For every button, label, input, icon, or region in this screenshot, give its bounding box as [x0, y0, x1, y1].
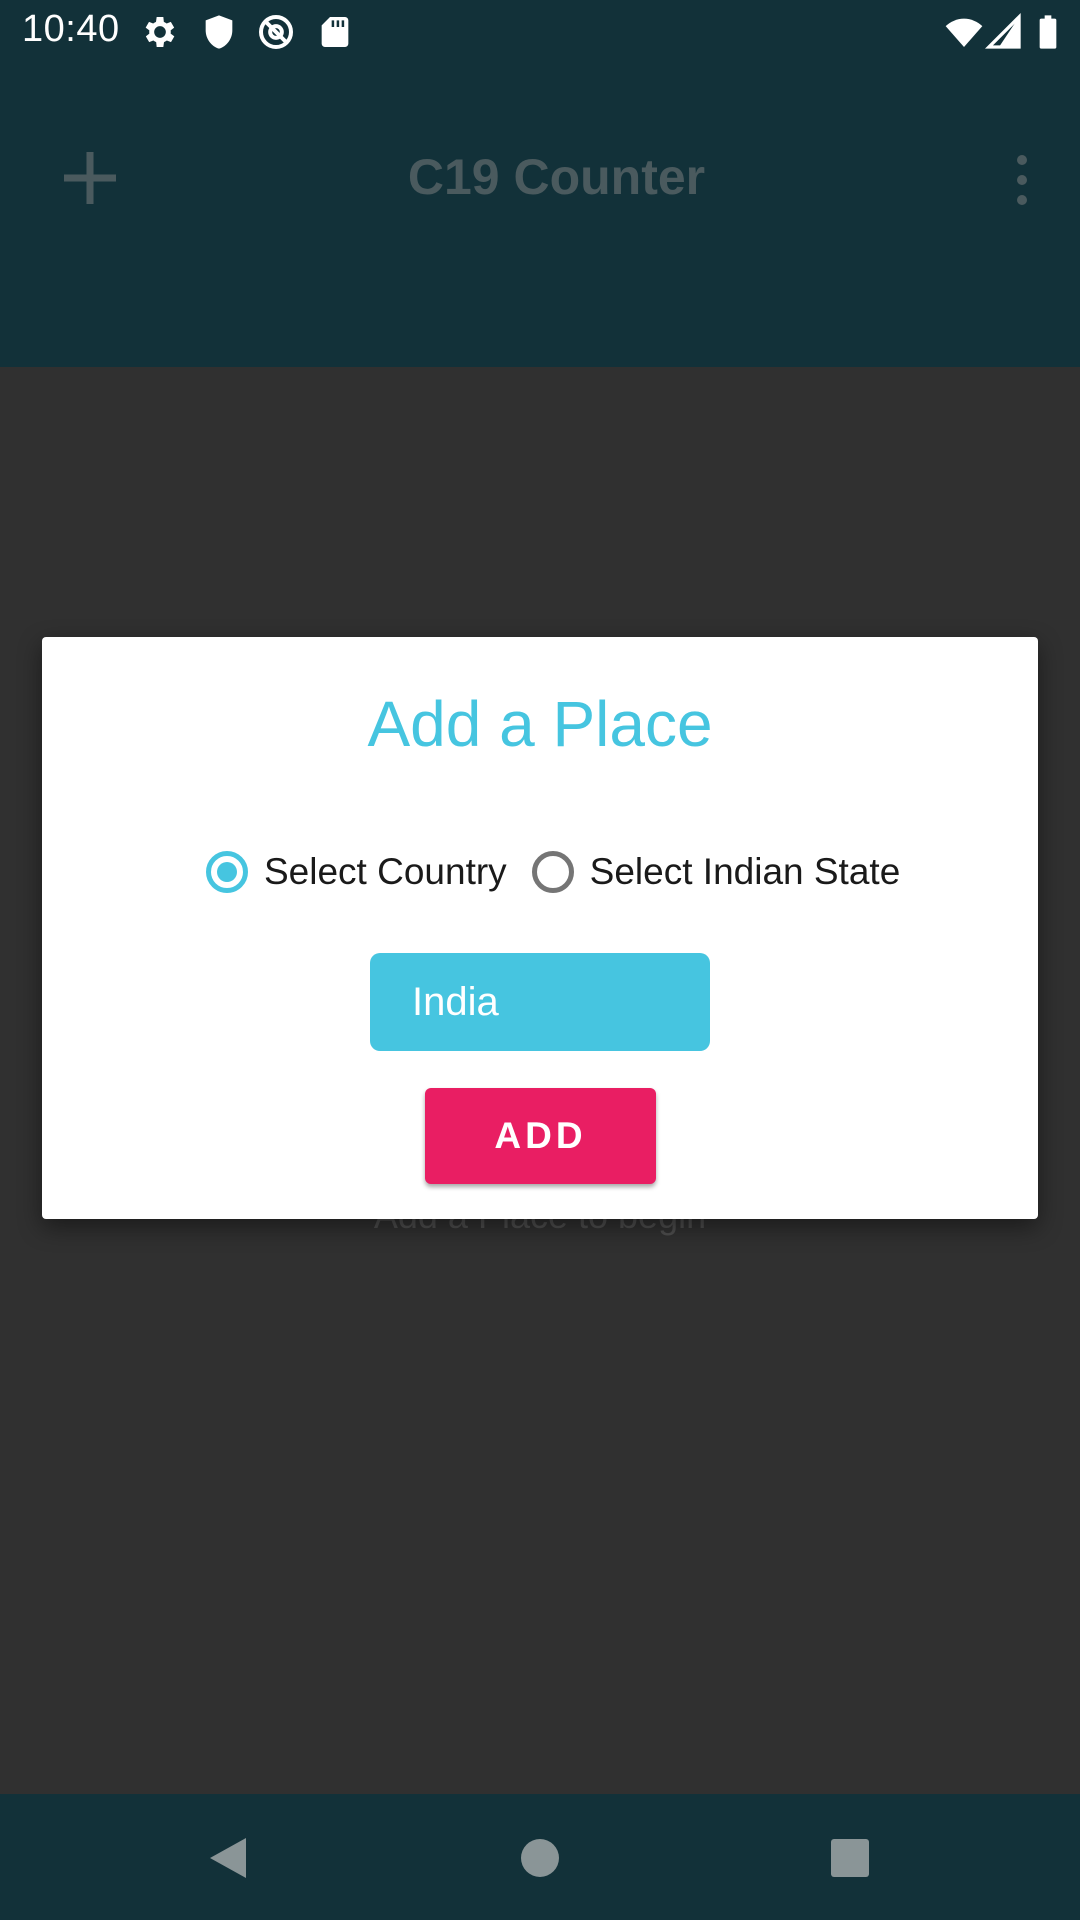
screen: 10:40 C19 Counter Add a Place Select Cou…: [0, 0, 1080, 1920]
place-type-radio-group: Select Country Select Indian State: [197, 842, 900, 902]
recents-icon[interactable]: [812, 1820, 888, 1896]
radio-label-country: Select Country: [264, 851, 507, 892]
at-sign-icon: [256, 12, 296, 52]
radio-select-country[interactable]: Select Country: [197, 851, 507, 893]
sd-card-icon: [315, 12, 355, 52]
back-icon[interactable]: [188, 1820, 264, 1896]
add-place-dialog: Add a Place Select Country Select Indian…: [42, 637, 1038, 1219]
battery-icon: [1028, 12, 1068, 52]
radio-checked-icon[interactable]: [206, 851, 248, 893]
home-icon[interactable]: [502, 1820, 578, 1896]
radio-unchecked-icon[interactable]: [531, 851, 574, 893]
dialog-title: Add a Place: [367, 688, 713, 760]
status-bar: 10:40: [0, 0, 1080, 63]
radio-label-state: Select Indian State: [589, 851, 901, 892]
app-bar: 10:40 C19 Counter: [0, 0, 1080, 367]
settings-icon: [140, 12, 180, 52]
place-spinner[interactable]: India: [370, 953, 710, 1051]
add-button[interactable]: ADD: [425, 1088, 656, 1184]
radio-select-indian-state[interactable]: Select Indian State: [523, 851, 901, 893]
more-vert-icon[interactable]: [1006, 152, 1038, 208]
navigation-bar: [0, 1794, 1080, 1920]
shield-icon: [199, 12, 239, 52]
toolbar-title: C19 Counter: [407, 149, 706, 205]
status-time: 10:40: [22, 8, 120, 50]
toolbar: C19 Counter: [0, 90, 1080, 270]
wifi-icon: [944, 12, 984, 52]
signal-icon: [984, 12, 1024, 52]
